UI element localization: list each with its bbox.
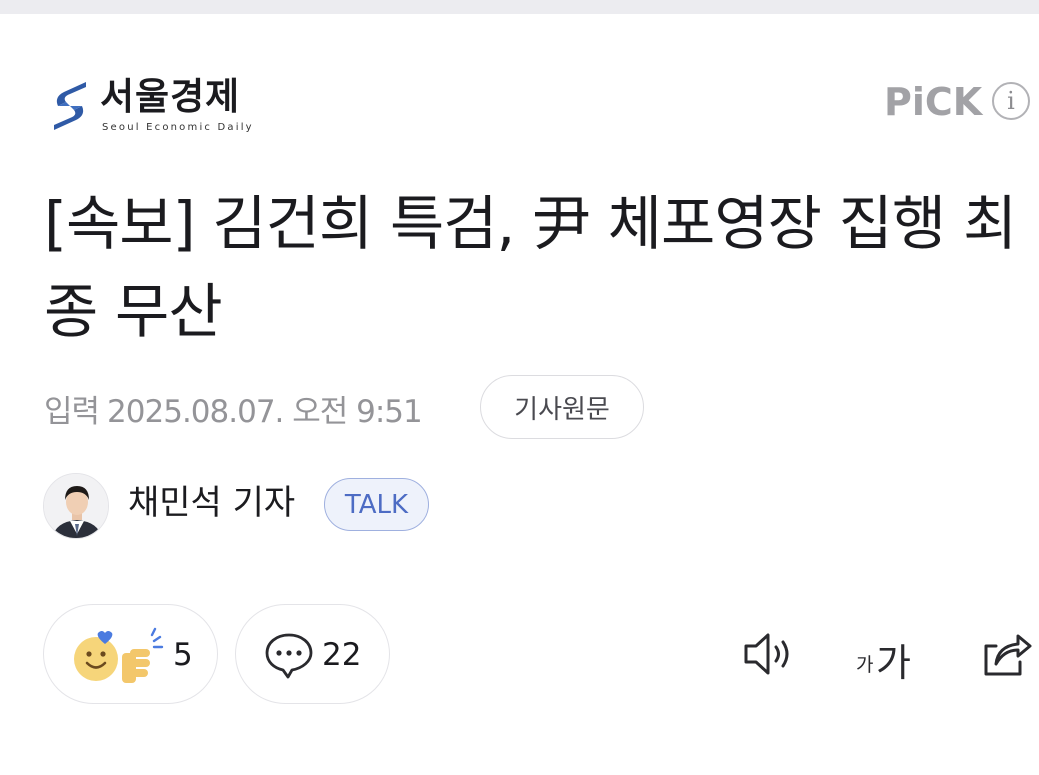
top-status-bar (0, 0, 1039, 14)
font-size-button[interactable]: 가 가 (852, 626, 922, 685)
article-dateline: 입력 2025.08.07. 오전 9:51 (44, 386, 423, 430)
reaction-count: 5 (173, 637, 193, 673)
date-value: 2025.08.07. 오전 9:51 (107, 393, 423, 430)
share-button[interactable] (978, 626, 1034, 682)
speaker-icon (744, 633, 789, 675)
date-label: 입력 (44, 393, 100, 430)
press-subtitle: Seoul Economic Daily (102, 122, 254, 133)
press-logo[interactable]: 서울경제 Seoul Economic Daily (52, 74, 282, 138)
share-icon (984, 634, 1032, 676)
press-name: 서울경제 (100, 75, 241, 118)
font-size-large-glyph: 가 (876, 641, 911, 685)
comment-count: 22 (322, 637, 362, 673)
audio-button[interactable] (740, 626, 800, 682)
reaction-button[interactable]: 5 (43, 604, 218, 704)
info-icon[interactable]: i (992, 82, 1030, 120)
reporter-name[interactable]: 채민석 기자 (128, 480, 295, 526)
talk-button[interactable]: TALK (324, 478, 429, 531)
reporter-avatar[interactable] (43, 473, 109, 539)
font-size-small-glyph: 가 (856, 654, 874, 676)
pick-label: PiCK (884, 80, 983, 124)
speech-bubble-icon (265, 633, 313, 679)
article-headline: [속보] 김건희 특검, 尹 체포영장 집행 최종 무산 (44, 189, 1017, 346)
smiley-thumbs-up-icon (74, 627, 164, 683)
reporter-photo-icon (44, 474, 108, 538)
seoul-economic-s-logo-icon (54, 82, 86, 130)
comment-button[interactable]: 22 (235, 604, 390, 704)
original-article-button[interactable]: 기사원문 (480, 375, 644, 439)
